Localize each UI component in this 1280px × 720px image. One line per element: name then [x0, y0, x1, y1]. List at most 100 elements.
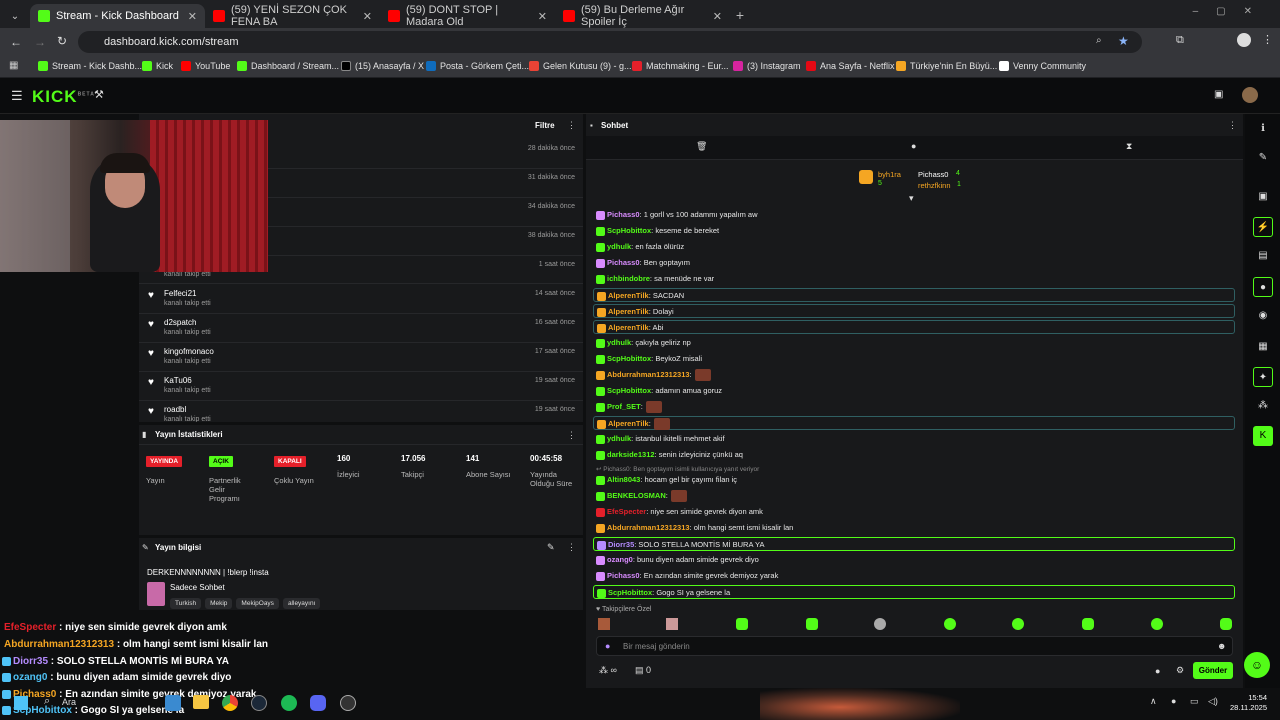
- chat-input[interactable]: ● Bir mesaj gönderin ☻: [596, 636, 1233, 656]
- spotify-icon[interactable]: [281, 695, 297, 711]
- follower-name[interactable]: roadbl: [164, 405, 186, 414]
- chat-message[interactable]: Diorr35: SOLO STELLA MONTİS Mİ BURA YA: [593, 537, 1235, 551]
- reload-icon[interactable]: ↻: [57, 34, 67, 48]
- chat-message[interactable]: Abdurrahman12312313:: [596, 368, 711, 382]
- windows-start-icon[interactable]: [14, 696, 28, 710]
- browser-tab[interactable]: Stream - Kick Dashboard ✕: [30, 4, 205, 28]
- chat-username[interactable]: Pichass0: [607, 258, 640, 267]
- chat-username[interactable]: ichbindobre: [607, 274, 650, 283]
- chat-message[interactable]: ScpHobittox: keseme de bereket: [596, 224, 719, 238]
- help-chat-button[interactable]: ☺: [1244, 652, 1270, 678]
- infinity-icon[interactable]: ⁂ ∞: [599, 665, 617, 676]
- user-avatar[interactable]: [1242, 87, 1258, 103]
- bookmark-item[interactable]: Matchmaking - Eur...: [632, 61, 729, 71]
- clock[interactable]: 15:54 28.11.2025: [1229, 693, 1267, 713]
- bookmark-item[interactable]: YouTube: [181, 61, 230, 71]
- lightning-icon[interactable]: ⚡: [1253, 217, 1273, 237]
- leader-name[interactable]: byh1ra: [878, 170, 901, 179]
- more-options-icon[interactable]: ⋮: [567, 120, 576, 131]
- taskbar-search[interactable]: Ara: [62, 697, 76, 707]
- chat-message[interactable]: BENKELOSMAN:: [596, 489, 687, 503]
- chat-username[interactable]: ydhulk: [607, 434, 631, 443]
- chat-message[interactable]: Pichass0: 1 gorll vs 100 adammı yapalım …: [596, 208, 758, 222]
- tag[interactable]: MekipOays: [236, 598, 279, 609]
- trash-icon[interactable]: 🗑: [696, 141, 707, 152]
- emote[interactable]: [694, 369, 711, 382]
- chat-message[interactable]: EfeSpecter: niye sen simide gevrek diyon…: [596, 505, 763, 519]
- apps-grid-icon[interactable]: ▦: [9, 60, 18, 71]
- url-field[interactable]: dashboard.kick.com/stream: [78, 31, 1142, 53]
- emote[interactable]: [806, 618, 818, 630]
- taskview-icon[interactable]: [165, 695, 181, 711]
- kick-app-icon[interactable]: K: [1253, 426, 1273, 446]
- emote[interactable]: [653, 418, 670, 431]
- search-icon[interactable]: ⌕: [44, 695, 50, 708]
- follower-name[interactable]: d2spatch: [164, 318, 196, 327]
- close-tab-icon[interactable]: ✕: [188, 10, 197, 23]
- chat-message[interactable]: ydhulk: istanbul ikitelli mehmet akif: [596, 432, 725, 446]
- window-controls[interactable]: –▢✕: [1193, 6, 1270, 17]
- tab-list-button[interactable]: ⌄: [0, 4, 30, 28]
- send-button[interactable]: Gönder: [1193, 662, 1233, 679]
- chat-message[interactable]: AlperenTilk: Dolayi: [593, 304, 1235, 318]
- bookmark-item[interactable]: Posta - Görkem Çeti...: [426, 61, 529, 71]
- chat-username[interactable]: Abdurrahman12312313: [607, 523, 690, 532]
- emote[interactable]: [598, 618, 610, 630]
- more-options-icon[interactable]: ⋮: [567, 430, 576, 441]
- emote[interactable]: [944, 618, 956, 630]
- chat-username[interactable]: Abdurrahman12312313: [607, 370, 690, 379]
- browser-tab[interactable]: (59) DONT STOP | Madara Old ✕: [380, 4, 555, 28]
- chat-username[interactable]: ydhulk: [607, 338, 631, 347]
- mic-icon[interactable]: ●: [605, 641, 610, 651]
- volume-icon[interactable]: ◁): [1208, 696, 1218, 707]
- new-tab-button[interactable]: +: [730, 4, 750, 28]
- close-tab-icon[interactable]: ✕: [713, 10, 722, 23]
- bookmark-item[interactable]: Türkiye'nin En Büyü...: [896, 61, 997, 71]
- emote[interactable]: [1151, 618, 1163, 630]
- follower-name[interactable]: Felfeci21: [164, 289, 196, 298]
- chat-settings-icon[interactable]: ●: [1155, 666, 1160, 676]
- pencil-icon[interactable]: ✎: [1253, 148, 1273, 168]
- chat-message[interactable]: ScpHobittox: adamın amua goruz: [596, 384, 722, 398]
- filter-button[interactable]: Filtre: [535, 121, 555, 130]
- browser-tab[interactable]: (59) Bu Derleme Ağır Spoiler İç ✕: [555, 4, 730, 28]
- chat-username[interactable]: AlperenTilk: [608, 291, 649, 300]
- emote[interactable]: [1220, 618, 1232, 630]
- chat-username[interactable]: ScpHobittox: [607, 386, 651, 395]
- edit-icon[interactable]: ✎: [547, 542, 555, 553]
- chat-username[interactable]: BENKELOSMAN: [607, 491, 666, 500]
- chat-username[interactable]: EfeSpecter: [607, 507, 646, 516]
- chat-username[interactable]: ozang0: [607, 555, 633, 564]
- emote[interactable]: [736, 618, 748, 630]
- chat-username[interactable]: darkside1312: [607, 450, 655, 459]
- chat-message[interactable]: AlperenTilk: SACDAN: [593, 288, 1235, 302]
- chat-username[interactable]: AlperenTilk: [608, 323, 649, 332]
- chat-message[interactable]: Prof_SET:: [596, 400, 662, 414]
- chat-icon[interactable]: ●: [911, 141, 916, 151]
- follower-name[interactable]: KaTu06: [164, 376, 192, 385]
- hourglass-icon[interactable]: ⧗: [1126, 141, 1132, 152]
- chrome-icon[interactable]: [222, 695, 238, 711]
- chat-message[interactable]: AlperenTilk: Abi: [593, 320, 1235, 334]
- close-tab-icon[interactable]: ✕: [363, 10, 372, 23]
- chat-icon[interactable]: ●: [1253, 277, 1273, 297]
- chat-message[interactable]: Abdurrahman12312313: olm hangi semt ismi…: [596, 521, 793, 535]
- browser-tab[interactable]: (59) YENİ SEZON ÇOK FENA BA ✕: [205, 4, 380, 28]
- storage-icon[interactable]: ▦: [1253, 337, 1273, 357]
- share-icon[interactable]: ⁂: [1253, 396, 1273, 416]
- chat-message[interactable]: ydhulk: en fazla ölürüz: [596, 240, 684, 254]
- emote[interactable]: [874, 618, 886, 630]
- bookmark-item[interactable]: Kick: [142, 61, 173, 71]
- discord-icon[interactable]: [310, 695, 326, 711]
- chat-message[interactable]: ScpHobittox: BeykoZ misali: [596, 352, 702, 366]
- more-options-icon[interactable]: ⋮: [567, 542, 576, 553]
- emote[interactable]: [1082, 618, 1094, 630]
- more-options-icon[interactable]: ⋮: [1228, 120, 1237, 131]
- bookmark-item[interactable]: Gelen Kutusu (9) - g...: [529, 61, 632, 71]
- bookmark-item[interactable]: Ana Sayfa - Netflix: [806, 61, 895, 71]
- obs-icon[interactable]: [340, 695, 356, 711]
- forward-icon[interactable]: →: [34, 35, 46, 49]
- bookmark-item[interactable]: (3) Instagram: [733, 61, 801, 71]
- profile-avatar[interactable]: [1237, 33, 1251, 47]
- back-icon[interactable]: ←: [10, 35, 22, 49]
